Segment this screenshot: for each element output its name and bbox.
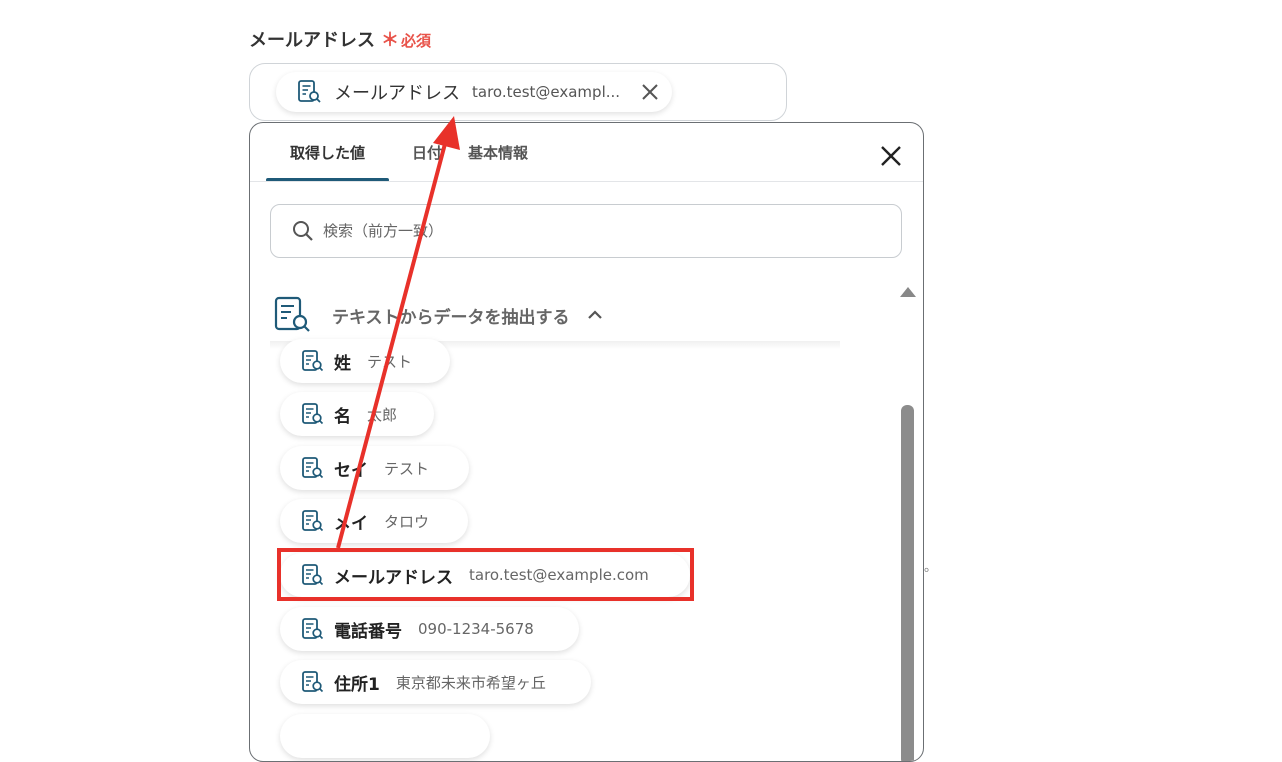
selected-value-chip[interactable]: メールアドレス taro.test@exampl... xyxy=(276,72,672,112)
tab-acquired-values[interactable]: 取得した値 xyxy=(266,123,389,182)
item-label: メイ xyxy=(334,513,368,534)
tab-label: 取得した値 xyxy=(289,143,365,162)
section-header-extract-text[interactable]: テキストからデータを抽出する xyxy=(272,293,604,337)
document-search-icon xyxy=(302,457,324,479)
list-item[interactable]: 名 太郎 xyxy=(280,392,434,436)
scrollbar-thumb[interactable] xyxy=(901,405,914,761)
annotation-highlight-box xyxy=(277,548,694,601)
tab-date[interactable]: 日付 xyxy=(389,123,465,181)
list-item[interactable]: 住所1 東京都未来市希望ヶ丘 xyxy=(280,660,591,704)
document-search-icon xyxy=(274,296,310,332)
search-input[interactable] xyxy=(321,221,901,241)
chip-label: メールアドレス xyxy=(334,83,460,104)
field-label-text: メールアドレス xyxy=(249,30,375,51)
document-search-icon xyxy=(302,618,324,640)
tab-bar: 取得した値 日付 基本情報 xyxy=(266,123,565,182)
item-value: 太郎 xyxy=(367,405,398,424)
item-label: 姓 xyxy=(334,353,351,374)
chip-value: taro.test@exampl... xyxy=(472,83,621,101)
list-item[interactable]: メイ タロウ xyxy=(280,499,468,543)
tabs-divider xyxy=(250,181,923,182)
required-text: 必須 xyxy=(401,32,432,50)
tab-label: 基本情報 xyxy=(468,143,529,162)
tab-basic-info[interactable]: 基本情報 xyxy=(465,123,565,181)
required-asterisk: ＊ xyxy=(381,30,399,51)
section-title: テキストからデータを抽出する xyxy=(332,307,570,328)
item-value: テスト xyxy=(384,459,430,478)
item-value: タロウ xyxy=(384,512,430,531)
scroll-up-arrow[interactable] xyxy=(900,287,916,297)
item-label: 住所1 xyxy=(334,674,380,695)
close-icon[interactable] xyxy=(879,144,903,168)
document-search-icon xyxy=(298,80,321,103)
search-icon xyxy=(293,221,313,241)
list-item[interactable]: 電話番号 090-1234-5678 xyxy=(280,607,579,651)
document-search-icon xyxy=(302,403,324,425)
value-picker-panel: 取得した値 日付 基本情報 テキストからデータを抽出する xyxy=(249,122,924,762)
item-label: セイ xyxy=(334,460,368,481)
item-label: 名 xyxy=(334,406,351,427)
list-item[interactable]: 姓 テスト xyxy=(280,339,450,383)
item-value: テスト xyxy=(367,352,413,371)
item-value: 090-1234-5678 xyxy=(418,620,534,638)
list-item-partial[interactable] xyxy=(280,714,490,758)
chip-remove-icon[interactable] xyxy=(640,82,660,102)
document-search-icon xyxy=(302,510,324,532)
list-item[interactable]: セイ テスト xyxy=(280,446,469,490)
document-search-icon xyxy=(302,350,324,372)
email-field-label: メールアドレス ＊ 必須 xyxy=(249,26,431,52)
tab-label: 日付 xyxy=(411,143,442,162)
document-search-icon xyxy=(302,671,324,693)
chevron-up-icon[interactable] xyxy=(586,306,604,324)
background-text-fragment: 。 xyxy=(924,560,938,575)
search-box[interactable] xyxy=(270,204,902,258)
item-value: 東京都未来市希望ヶ丘 xyxy=(395,673,546,692)
item-label: 電話番号 xyxy=(334,621,402,642)
